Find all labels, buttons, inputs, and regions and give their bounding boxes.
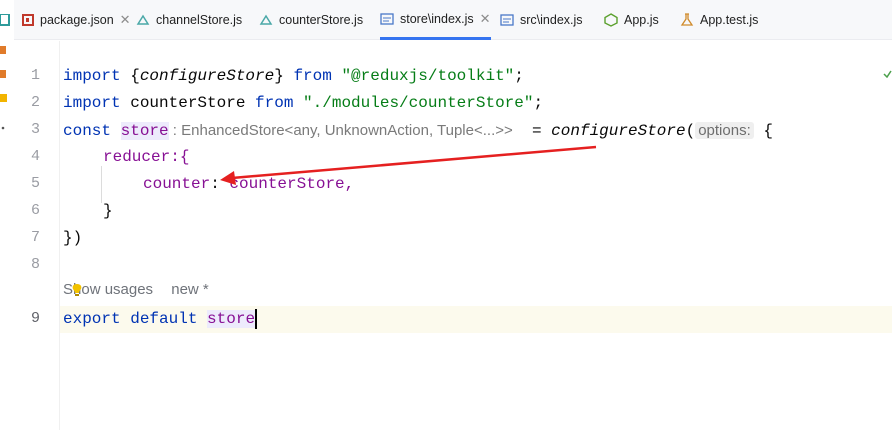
line-number: 3: [30, 121, 40, 138]
text-caret: [255, 308, 258, 329]
bulb-icon[interactable]: [71, 283, 83, 297]
editor-tab-bar: package.json ✕ channelStore.js counterSt…: [14, 0, 892, 40]
tab-app-test-js[interactable]: App.test.js: [680, 0, 758, 40]
json-file-icon: [22, 14, 34, 26]
tool-window-strip: [0, 0, 14, 430]
code-editor[interactable]: import {configureStore} from "@reduxjs/t…: [63, 41, 892, 430]
tab-label: App.test.js: [700, 13, 759, 27]
line-number: 4: [30, 148, 40, 165]
close-icon[interactable]: ✕: [120, 12, 131, 28]
js-file-icon: [500, 14, 514, 26]
code-line-4: reducer:{: [103, 148, 190, 166]
line-number: 6: [30, 202, 40, 219]
tab-label: counterStore.js: [279, 13, 364, 27]
test-file-icon: [680, 13, 694, 26]
tab-channelstore-js[interactable]: channelStore.js: [136, 0, 242, 40]
tab-package-json[interactable]: package.json ✕: [22, 0, 131, 40]
tab-counterstore-js[interactable]: counterStore.js: [259, 0, 363, 40]
code-line-1: import {configureStore} from "@reduxjs/t…: [63, 67, 524, 85]
tab-app-js[interactable]: App.js: [604, 0, 659, 40]
project-icon[interactable]: [0, 14, 10, 26]
tab-store-index-js[interactable]: store\index.js ✕: [380, 0, 491, 40]
code-vision-inlay: Show usages new *: [63, 281, 209, 298]
bookmark-icon[interactable]: [0, 44, 10, 56]
code-line-7: }): [63, 229, 83, 247]
tab-label: channelStore.js: [156, 13, 243, 27]
code-line-3: const store : EnhancedStore<any, Unknown…: [63, 122, 773, 140]
tab-label: App.js: [624, 13, 659, 27]
js-file-icon: [380, 12, 394, 25]
line-number: 8: [30, 256, 40, 273]
line-number-gutter: 1 2 3 4 5 6 7 8 9: [14, 41, 60, 430]
nodejs-file-icon: [604, 13, 618, 27]
code-line-2: import counterStore from "./modules/coun…: [63, 94, 544, 112]
line-number: 5: [30, 175, 40, 192]
code-line-6: }: [103, 202, 113, 220]
line-number: 7: [30, 229, 40, 246]
author-status: new *: [171, 281, 209, 298]
close-icon[interactable]: ✕: [480, 11, 491, 27]
more-icon[interactable]: [0, 122, 10, 134]
tab-label: src\index.js: [520, 13, 583, 27]
todo-icon[interactable]: [0, 92, 10, 104]
js-file-icon: [259, 14, 273, 25]
type-hint: : EnhancedStore<any, UnknownAction, Tupl…: [168, 122, 513, 139]
structure-icon[interactable]: [0, 68, 10, 80]
tab-label: package.json: [40, 13, 114, 27]
inspection-ok-icon[interactable]: [883, 70, 892, 78]
line-number: 9: [30, 310, 40, 327]
tab-src-index-js[interactable]: src\index.js: [500, 0, 583, 40]
code-line-9: export default store: [63, 308, 258, 329]
line-number: 1: [30, 67, 40, 84]
parameter-hint: options:: [695, 122, 754, 139]
line-number: 2: [30, 94, 40, 111]
tab-label: store\index.js: [400, 11, 474, 26]
code-line-5: counter: counterStore,: [143, 175, 355, 193]
js-file-icon: [136, 14, 150, 25]
